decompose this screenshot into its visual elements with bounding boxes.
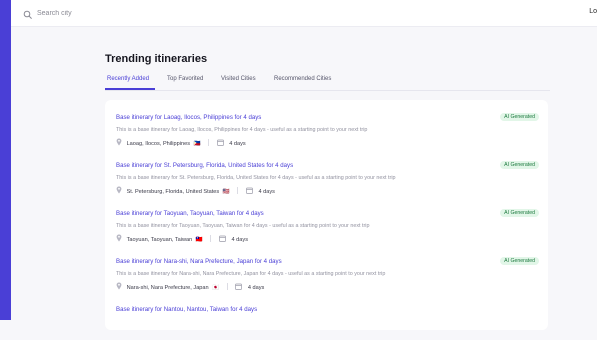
calendar-icon (219, 235, 226, 243)
tab-top-favorited[interactable]: Top Favorited (167, 76, 203, 82)
country-flag: 🇺🇸 (222, 189, 230, 195)
itinerary-duration: 4 days (247, 285, 265, 291)
itinerary-list: Base itinerary for Laoag, Ilocos, Philip… (105, 100, 548, 330)
top-bar: Lo (11, 0, 597, 27)
active-tab-indicator (105, 88, 155, 90)
itinerary-meta: Laoag, Ilocos, Philippines 🇵🇭 4 days (116, 138, 246, 147)
itinerary-location: Nara-shi, Nara Prefecture, Japan (126, 285, 209, 291)
itinerary-duration: 4 days (229, 141, 246, 147)
search-icon (23, 7, 33, 19)
ai-generated-badge: AI Generated (500, 209, 539, 217)
calendar-icon (216, 139, 224, 147)
tab-recommended-cities[interactable]: Recommended Cities (274, 76, 331, 82)
meta-divider (208, 139, 210, 146)
itinerary-description: This is a base itinerary for Taoyuan, Ta… (116, 223, 370, 229)
itinerary-title-link[interactable]: Base itinerary for Nantou, Nantou, Taiwa… (116, 306, 257, 313)
location-pin-icon (116, 138, 122, 147)
meta-divider (237, 187, 239, 194)
country-flag: 🇵🇭 (193, 141, 201, 147)
location-pin-icon (116, 282, 122, 291)
itinerary-duration: 4 days (231, 237, 248, 243)
location-pin-icon (116, 234, 122, 243)
calendar-icon (246, 187, 253, 195)
itinerary-duration: 4 days (258, 189, 275, 195)
meta-divider (226, 283, 228, 290)
itinerary-card[interactable]: Base itinerary for Taoyuan, Taoyuan, Tai… (105, 196, 548, 244)
itinerary-location: Laoag, Ilocos, Philippines (126, 141, 191, 147)
itinerary-location: Taoyuan, Taoyuan, Taiwan (126, 237, 193, 243)
itinerary-meta: Nara-shi, Nara Prefecture, Japan 🇯🇵 4 da… (116, 282, 264, 291)
itinerary-description: This is a base itinerary for Laoag, Iloc… (116, 127, 368, 133)
country-flag: 🇹🇼 (195, 237, 203, 243)
itinerary-card[interactable]: Base itinerary for Nantou, Nantou, Taiwa… (105, 292, 548, 340)
calendar-icon (235, 283, 243, 291)
search-input[interactable] (35, 5, 239, 22)
location-pin-icon (116, 186, 122, 195)
meta-divider (210, 235, 212, 242)
page-title: Trending itineraries (105, 53, 208, 65)
itinerary-description: This is a base itinerary for St. Petersb… (116, 175, 396, 181)
ai-generated-badge: AI Generated (500, 161, 539, 169)
itinerary-card[interactable]: Base itinerary for Nara-shi, Nara Prefec… (105, 244, 548, 292)
ai-generated-badge: AI Generated (500, 257, 539, 265)
itinerary-meta: Taoyuan, Taoyuan, Taiwan 🇹🇼 4 days (116, 234, 248, 243)
itinerary-title-link[interactable]: Base itinerary for St. Petersburg, Flori… (116, 162, 293, 169)
itinerary-location: St. Petersburg, Florida, United States (126, 189, 220, 195)
itinerary-title-link[interactable]: Base itinerary for Nara-shi, Nara Prefec… (116, 258, 282, 265)
ai-generated-badge: AI Generated (500, 113, 539, 121)
tab-bar: Recently Added Top Favorited Visited Cit… (105, 73, 550, 91)
itinerary-card[interactable]: Base itinerary for Laoag, Ilocos, Philip… (105, 100, 548, 148)
itinerary-card[interactable]: Base itinerary for St. Petersburg, Flori… (105, 148, 548, 196)
itinerary-description: This is a base itinerary for Nara-shi, N… (116, 271, 386, 277)
itinerary-title-link[interactable]: Base itinerary for Laoag, Ilocos, Philip… (116, 114, 261, 121)
itinerary-meta: St. Petersburg, Florida, United States 🇺… (116, 186, 275, 195)
country-flag: 🇯🇵 (212, 285, 220, 291)
sidebar (0, 0, 11, 320)
tab-visited-cities[interactable]: Visited Cities (221, 76, 256, 82)
tab-recently-added[interactable]: Recently Added (107, 76, 149, 82)
login-link[interactable]: Lo (589, 8, 597, 15)
itinerary-title-link[interactable]: Base itinerary for Taoyuan, Taoyuan, Tai… (116, 210, 264, 217)
